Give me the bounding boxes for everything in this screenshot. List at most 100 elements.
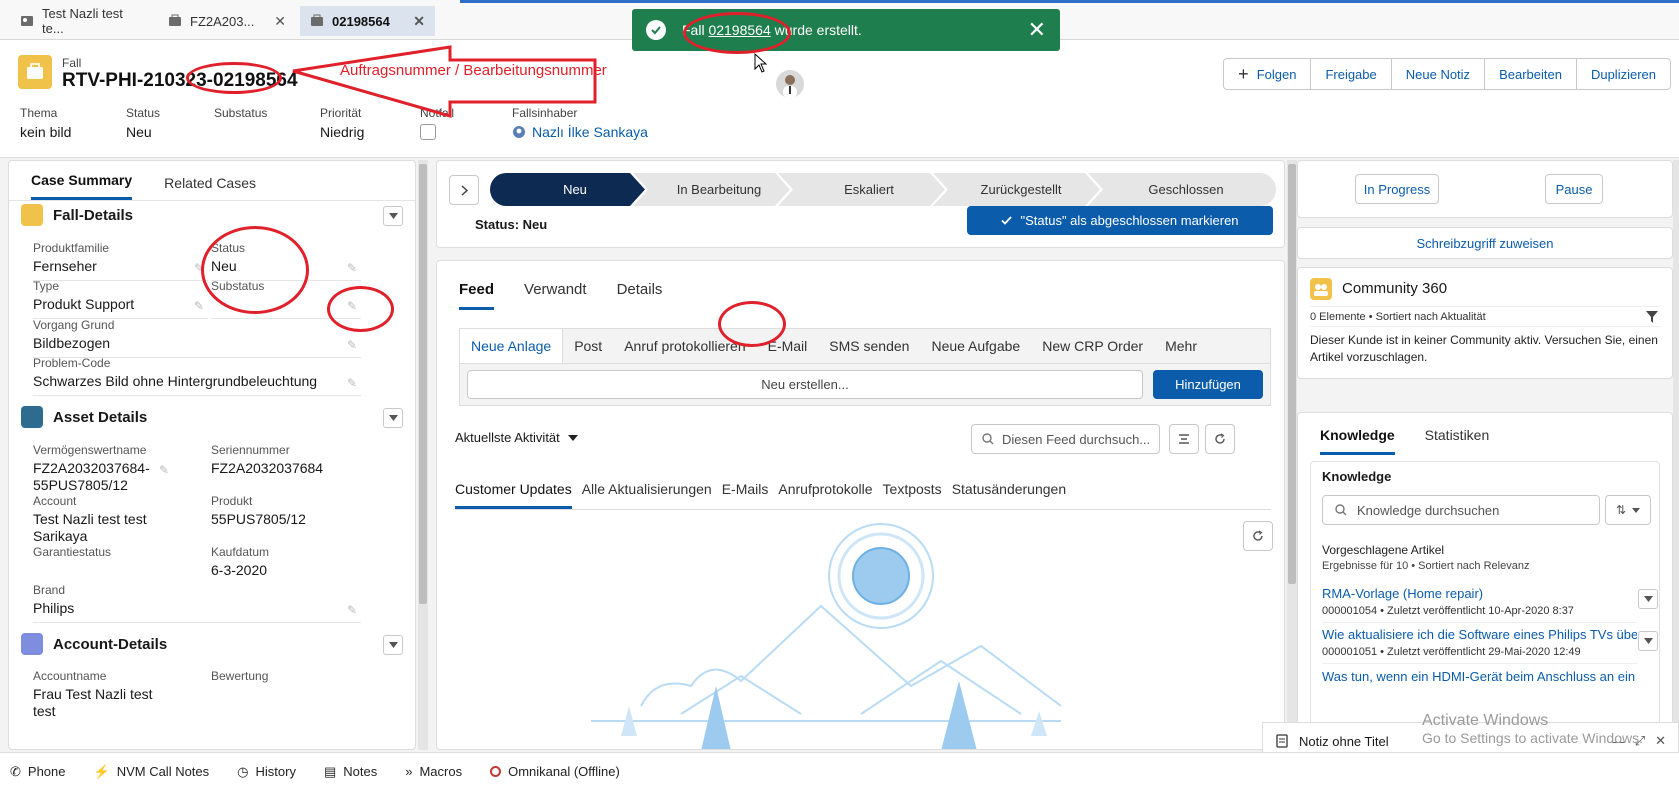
refresh-icon[interactable] (1243, 521, 1273, 551)
filter-emails[interactable]: E-Mails (722, 481, 769, 509)
section-asset-details[interactable]: Asset Details (21, 406, 147, 428)
field-thema: Thema kein bild (20, 106, 72, 140)
new-record-input[interactable]: Neu erstellen... (467, 370, 1143, 399)
stage-in-bearbeitung[interactable]: In Bearbeitung (645, 173, 793, 206)
filter-customer-updates[interactable]: Customer Updates (455, 481, 572, 509)
check-icon (1001, 216, 1013, 225)
record-type-label: Fall (62, 56, 82, 70)
filter-icon[interactable] (1646, 311, 1658, 323)
chevron-right-icon[interactable] (449, 175, 479, 205)
community-meta: 0 Elemente • Sortiert nach Aktualität (1310, 311, 1486, 323)
windows-watermark: Activate Windows (1422, 712, 1549, 729)
pencil-icon[interactable]: ✎ (347, 376, 357, 390)
section-fall-details[interactable]: Fall-Details (21, 204, 133, 226)
path-panel: Neu In Bearbeitung Eskaliert Zurückgeste… (436, 160, 1285, 248)
in-progress-button[interactable]: In Progress (1355, 174, 1439, 204)
publisher-crp-order[interactable]: New CRP Order (1031, 329, 1154, 363)
tab-case-active[interactable]: 02198564 ✕ (300, 6, 435, 36)
filter-statusaenderungen[interactable]: Statusänderungen (952, 481, 1066, 509)
pencil-icon[interactable]: ✎ (159, 463, 169, 477)
publisher-neue-aufgabe[interactable]: Neue Aufgabe (920, 329, 1031, 363)
share-button[interactable]: Freigabe (1310, 58, 1392, 90)
account-link[interactable]: Test Nazli test test Sarikaya (33, 511, 173, 545)
section-account-details[interactable]: Account-Details (21, 633, 167, 655)
chevron-down-icon[interactable] (383, 408, 403, 428)
filter-textposts[interactable]: Textposts (883, 481, 942, 509)
community-icon (1310, 278, 1332, 300)
case-icon (21, 204, 43, 226)
filter-anrufprotokolle[interactable]: Anrufprotokolle (778, 481, 872, 509)
stage-neu[interactable]: Neu (505, 173, 645, 206)
tab-account[interactable]: Test Nazli test te... (10, 6, 158, 36)
chevron-down-icon (1632, 507, 1641, 513)
lightning-icon: ⚡ (93, 763, 110, 779)
tab-case-fz2a[interactable]: FZ2A203... ✕ (158, 6, 296, 36)
publisher-post[interactable]: Post (563, 329, 613, 363)
feed-tabs: Feed Verwandt Details (459, 281, 662, 310)
left-scrollbar-thumb[interactable] (419, 164, 427, 604)
pencil-icon[interactable]: ✎ (347, 338, 357, 352)
utility-history[interactable]: ◷ History (237, 764, 296, 780)
publisher-neue-anlage[interactable]: Neue Anlage (460, 329, 564, 363)
stage-geschlossen[interactable]: Geschlossen (1101, 173, 1271, 206)
field-produktfamilie: Produktfamilie Fernseher ✎ (33, 241, 208, 281)
refresh-icon[interactable] (1205, 424, 1235, 454)
article-link[interactable]: RMA-Vorlage (Home repair) (1322, 586, 1637, 601)
filter-icon[interactable] (1169, 424, 1199, 454)
add-button[interactable]: Hinzufügen (1153, 370, 1263, 399)
publisher-sms[interactable]: SMS senden (818, 329, 920, 363)
close-icon[interactable]: ✕ (1028, 17, 1046, 43)
tab-verwandt[interactable]: Verwandt (524, 281, 587, 310)
stage-eskaliert[interactable]: Eskaliert (793, 173, 945, 206)
new-note-button[interactable]: Neue Notiz (1390, 58, 1486, 90)
article-link[interactable]: Was tun, wenn ein HDMI-Gerät beim Anschl… (1322, 669, 1637, 684)
close-icon[interactable]: ✕ (274, 13, 286, 30)
close-icon[interactable]: ✕ (413, 13, 425, 30)
duplicate-button[interactable]: Duplizieren (1575, 58, 1671, 90)
summary-tabs: Case Summary Related Cases (9, 161, 415, 201)
feed-search-input[interactable]: Diesen Feed durchsuch... (971, 424, 1160, 454)
article-link[interactable]: Wie aktualisiere ich die Software eines … (1322, 627, 1637, 642)
chevron-down-icon[interactable] (1638, 631, 1658, 651)
sort-dropdown[interactable]: Aktuellste Aktivität (455, 430, 578, 445)
community-title: Community 360 (1342, 280, 1448, 297)
pencil-icon[interactable]: ✎ (347, 603, 357, 617)
utility-notes[interactable]: ▤ Notes (324, 764, 377, 780)
article-item: Was tun, wenn ein HDMI-Gerät beim Anschl… (1322, 669, 1637, 684)
pencil-icon[interactable]: ✎ (347, 261, 357, 275)
filter-alle[interactable]: Alle Aktualisierungen (582, 481, 712, 509)
pencil-icon[interactable]: ✎ (194, 299, 204, 313)
assign-write-access-button[interactable]: Schreibzugriff zuweisen (1297, 227, 1673, 259)
tab-related-cases[interactable]: Related Cases (164, 175, 256, 200)
close-icon[interactable]: ✕ (1655, 733, 1666, 749)
knowledge-search-input[interactable]: Knowledge durchsuchen (1322, 495, 1600, 525)
publisher-mehr[interactable]: Mehr (1154, 329, 1208, 363)
utility-omnichannel[interactable]: Omnikanal (Offline) (490, 764, 620, 779)
utility-macros[interactable]: » Macros (405, 764, 462, 779)
mark-complete-button[interactable]: "Status" als abgeschlossen markieren (967, 206, 1273, 235)
tab-statistiken[interactable]: Statistiken (1425, 427, 1490, 455)
knowledge-tabs: Knowledge Statistiken (1320, 427, 1489, 455)
right-scrollbar[interactable] (1673, 160, 1679, 750)
field-substatus: Substatus (214, 106, 268, 120)
case-icon (310, 14, 324, 28)
follow-button[interactable]: + Folgen (1223, 58, 1312, 90)
tab-feed[interactable]: Feed (459, 281, 495, 310)
accent-line (460, 0, 1679, 3)
stage-zurueckgestellt[interactable]: Zurückgestellt (945, 173, 1097, 206)
tab-details[interactable]: Details (617, 281, 663, 310)
chevron-down-icon[interactable] (383, 635, 403, 655)
edit-button[interactable]: Bearbeiten (1484, 58, 1577, 90)
article-item: Wie aktualisiere ich die Software eines … (1322, 627, 1637, 658)
product-link[interactable]: 55PUS7805/12 (211, 511, 361, 528)
utility-nvm-call-notes[interactable]: ⚡ NVM Call Notes (94, 764, 210, 780)
tab-knowledge[interactable]: Knowledge (1320, 427, 1395, 455)
center-scrollbar-thumb[interactable] (1288, 164, 1296, 584)
tab-case-summary[interactable]: Case Summary (31, 172, 133, 200)
sort-button[interactable]: ⇅ (1605, 495, 1651, 525)
pause-button[interactable]: Pause (1545, 174, 1603, 204)
chevron-down-icon[interactable] (1638, 589, 1658, 609)
annotation-arrow (292, 45, 597, 118)
chevron-down-icon[interactable] (383, 206, 403, 226)
utility-phone[interactable]: ✆ Phone (10, 764, 66, 780)
